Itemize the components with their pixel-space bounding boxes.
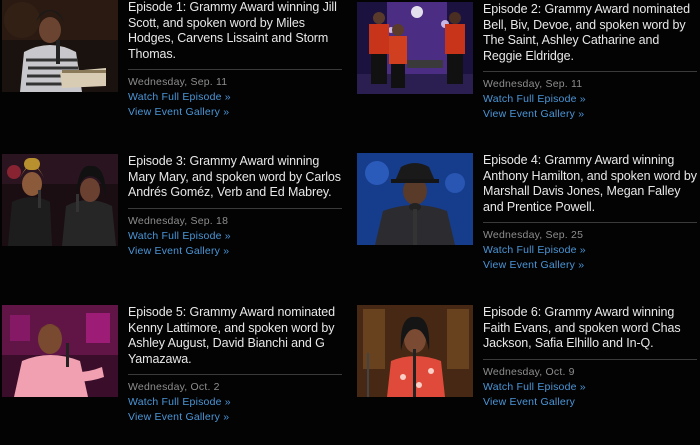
episode-4-gallery-link[interactable]: View Event Gallery »: [483, 258, 700, 273]
episode-card-4: Episode 4: Grammy Award winning Anthony …: [357, 153, 700, 293]
episode-4-date: Wednesday, Sep. 25: [483, 229, 584, 241]
episode-5-date: Wednesday, Oct. 2: [128, 381, 220, 393]
episode-6-title: Episode 6: Grammy Award winning Faith Ev…: [483, 305, 681, 350]
episode-3-date: Wednesday, Sep. 18: [128, 214, 229, 227]
episode-3-watch-link[interactable]: Watch Full Episode »: [128, 229, 346, 244]
episode-1-watch-link[interactable]: Watch Full Episode »: [128, 90, 346, 105]
episode-4-divider: [483, 222, 697, 223]
episode-6-thumbnail[interactable]: [357, 305, 473, 397]
episode-card-6: Episode 6: Grammy Award winning Faith Ev…: [357, 305, 700, 445]
episode-6-date: Wednesday, Oct. 9: [483, 365, 575, 378]
episode-5-watch-link[interactable]: Watch Full Episode »: [128, 395, 346, 410]
episode-3-gallery-link[interactable]: View Event Gallery »: [128, 244, 346, 259]
episode-4-title: Episode 4: Grammy Award winning Anthony …: [483, 153, 697, 214]
episode-4-thumbnail[interactable]: [357, 153, 473, 245]
episode-1-gallery-link[interactable]: View Event Gallery »: [128, 105, 346, 120]
episode-6-watch-link[interactable]: Watch Full Episode »: [483, 380, 700, 395]
episode-card-5: Episode 5: Grammy Award nominated Kenny …: [2, 305, 346, 445]
episode-4-photo: [357, 153, 473, 245]
episode-5-thumbnail[interactable]: [2, 305, 118, 397]
episode-2-date: Wednesday, Sep. 11: [483, 78, 583, 90]
episode-5-divider: [128, 374, 342, 375]
episode-card-1: Episode 1: Grammy Award winning Jill Sco…: [2, 0, 346, 140]
episode-1-title: Episode 1: Grammy Award winning Jill Sco…: [128, 0, 337, 61]
episode-3-divider: [128, 207, 342, 209]
episode-6-photo: [357, 305, 473, 397]
episode-1-photo: [2, 0, 118, 92]
episode-card-3: Episode 3: Grammy Award winning Mary Mar…: [2, 154, 346, 294]
episode-2-gallery-link[interactable]: View Event Gallery »: [483, 107, 700, 122]
episode-5-gallery-link[interactable]: View Event Gallery »: [128, 410, 346, 425]
episode-2-divider: [483, 71, 697, 72]
episode-2-thumbnail[interactable]: [357, 2, 473, 94]
episode-1-divider: [128, 69, 342, 70]
episode-3-photo: [2, 154, 118, 246]
episode-card-2: Episode 2: Grammy Award nominated Bell, …: [357, 2, 700, 142]
episode-2-watch-link[interactable]: Watch Full Episode »: [483, 92, 700, 107]
episode-1-date: Wednesday, Sep. 11: [128, 76, 228, 88]
episode-5-photo: [2, 305, 118, 397]
episode-2-title: Episode 2: Grammy Award nominated Bell, …: [483, 2, 690, 63]
episode-2-photo: [357, 2, 473, 94]
episode-6-divider: [483, 358, 697, 360]
episode-5-title: Episode 5: Grammy Award nominated Kenny …: [128, 305, 335, 366]
episode-6-gallery-link[interactable]: View Event Gallery: [483, 395, 700, 410]
episode-4-watch-link[interactable]: Watch Full Episode »: [483, 243, 700, 258]
episode-1-thumbnail[interactable]: [2, 0, 118, 92]
episode-3-thumbnail[interactable]: [2, 154, 118, 246]
episode-3-title: Episode 3: Grammy Award winning Mary Mar…: [128, 154, 341, 199]
